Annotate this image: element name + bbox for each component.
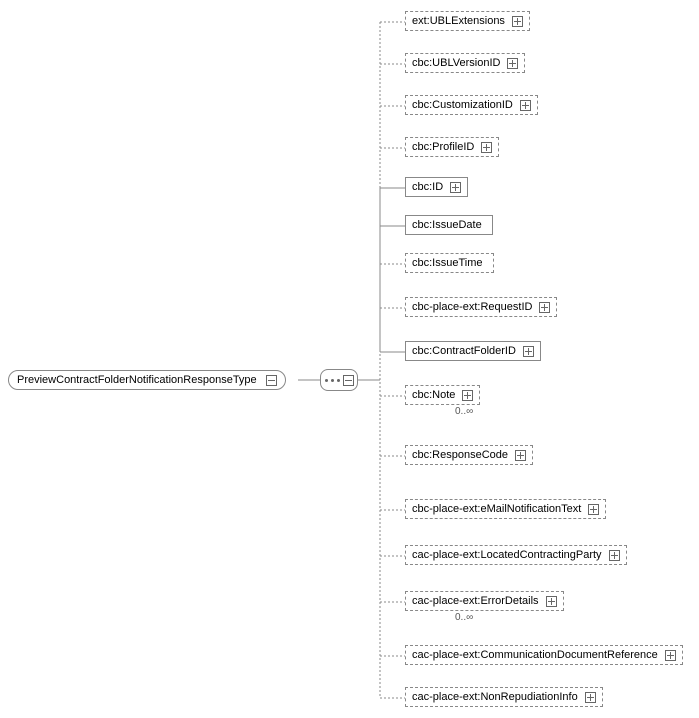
element-label: cbc:IssueTime xyxy=(412,257,483,269)
element-label: cbc:ProfileID xyxy=(412,141,474,153)
expand-icon[interactable] xyxy=(609,550,620,561)
expand-icon[interactable] xyxy=(515,450,526,461)
element-label: cbc-place-ext:RequestID xyxy=(412,301,532,313)
element-label: cbc:ResponseCode xyxy=(412,449,508,461)
cardinality-label: 0..∞ xyxy=(455,612,473,623)
root-type-node[interactable]: PreviewContractFolderNotificationRespons… xyxy=(8,370,286,390)
expand-icon[interactable] xyxy=(450,182,461,193)
expand-icon[interactable] xyxy=(512,16,523,27)
root-label: PreviewContractFolderNotificationRespons… xyxy=(17,374,257,386)
expand-icon[interactable] xyxy=(665,650,676,661)
element-node[interactable]: cbc:ID xyxy=(405,177,468,197)
element-label: cbc:IssueDate xyxy=(412,219,482,231)
element-node[interactable]: ext:UBLExtensions xyxy=(405,11,530,31)
element-node[interactable]: cac-place-ext:CommunicationDocumentRefer… xyxy=(405,645,683,665)
element-label: cbc-place-ext:eMailNotificationText xyxy=(412,503,581,515)
expand-icon[interactable] xyxy=(523,346,534,357)
element-label: cbc:Note xyxy=(412,389,455,401)
element-node[interactable]: cbc:Note xyxy=(405,385,480,405)
element-label: cbc:ContractFolderID xyxy=(412,345,516,357)
expand-icon[interactable] xyxy=(588,504,599,515)
collapse-icon[interactable] xyxy=(266,375,277,386)
expand-icon[interactable] xyxy=(546,596,557,607)
expand-icon[interactable] xyxy=(507,58,518,69)
sequence-dots-icon xyxy=(325,379,340,382)
element-label: cac-place-ext:CommunicationDocumentRefer… xyxy=(412,649,658,661)
element-label: ext:UBLExtensions xyxy=(412,15,505,27)
element-node[interactable]: cac-place-ext:ErrorDetails xyxy=(405,591,564,611)
expand-icon[interactable] xyxy=(520,100,531,111)
expand-icon[interactable] xyxy=(462,390,473,401)
element-label: cac-place-ext:ErrorDetails xyxy=(412,595,539,607)
element-label: cbc:CustomizationID xyxy=(412,99,513,111)
element-label: cbc:ID xyxy=(412,181,443,193)
element-node[interactable]: cac-place-ext:NonRepudiationInfo xyxy=(405,687,603,707)
expand-icon[interactable] xyxy=(585,692,596,703)
element-node[interactable]: cbc:IssueTime xyxy=(405,253,494,273)
element-node[interactable]: cbc-place-ext:RequestID xyxy=(405,297,557,317)
element-node[interactable]: cbc:CustomizationID xyxy=(405,95,538,115)
element-node[interactable]: cbc:ResponseCode xyxy=(405,445,533,465)
element-label: cac-place-ext:LocatedContractingParty xyxy=(412,549,602,561)
element-node[interactable]: cbc-place-ext:eMailNotificationText xyxy=(405,499,606,519)
sequence-compositor[interactable] xyxy=(320,369,358,391)
element-node[interactable]: cbc:IssueDate xyxy=(405,215,493,235)
element-node[interactable]: cbc:ProfileID xyxy=(405,137,499,157)
expand-icon[interactable] xyxy=(539,302,550,313)
element-label: cac-place-ext:NonRepudiationInfo xyxy=(412,691,578,703)
element-label: cbc:UBLVersionID xyxy=(412,57,500,69)
element-node[interactable]: cbc:UBLVersionID xyxy=(405,53,525,73)
collapse-icon[interactable] xyxy=(343,375,354,386)
element-node[interactable]: cac-place-ext:LocatedContractingParty xyxy=(405,545,627,565)
cardinality-label: 0..∞ xyxy=(455,406,473,417)
element-node[interactable]: cbc:ContractFolderID xyxy=(405,341,541,361)
connector-lines xyxy=(0,0,699,718)
expand-icon[interactable] xyxy=(481,142,492,153)
